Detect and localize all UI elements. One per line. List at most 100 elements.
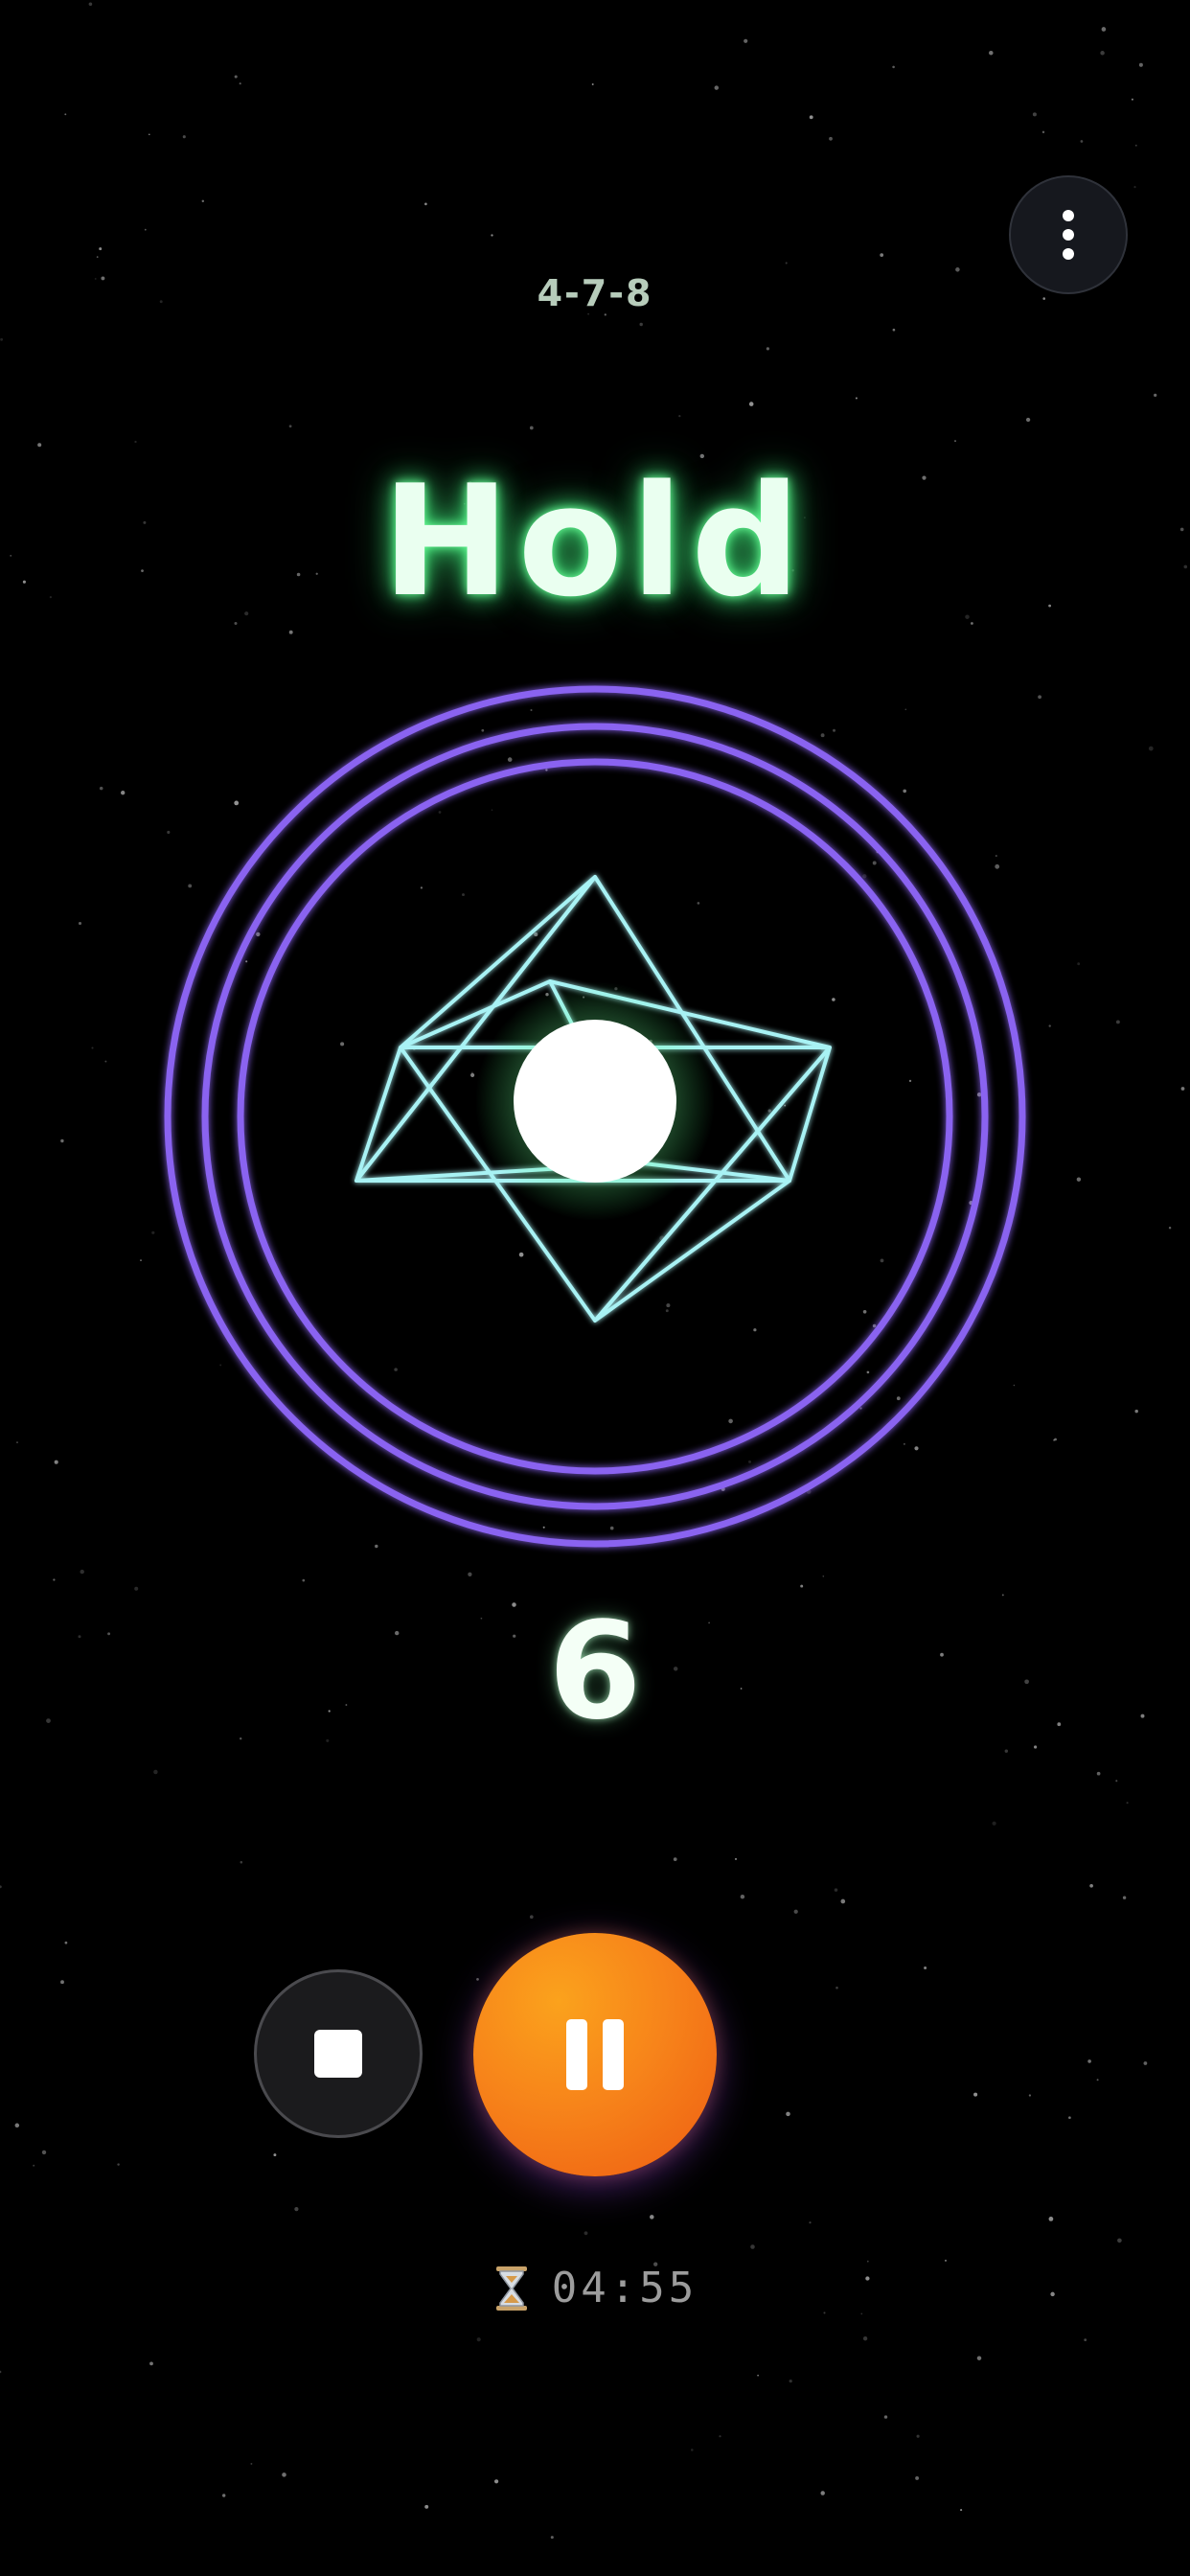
star-dot <box>107 1632 111 1636</box>
star-dot <box>121 791 126 795</box>
star-dot <box>476 1978 479 1981</box>
breathing-session-screen: 4-7-8 Hold 6 04:55 <box>0 0 1190 2576</box>
star-dot <box>134 440 137 444</box>
star-dot <box>117 2163 120 2166</box>
star-dot <box>1096 2079 1099 2082</box>
hourglass-icon <box>495 2266 527 2311</box>
star-dot <box>64 1941 68 1944</box>
star-dot <box>740 1894 745 1899</box>
stop-button[interactable] <box>254 1969 423 2138</box>
star-dot <box>865 2276 870 2281</box>
star-dot <box>0 2370 2 2374</box>
star-dot <box>99 786 103 791</box>
star-dot <box>1001 1594 1004 1597</box>
star-dot <box>1148 746 1154 751</box>
star-dot <box>809 115 813 120</box>
star-dot <box>240 1860 243 1864</box>
star-dot <box>149 133 150 136</box>
star-dot <box>144 228 147 231</box>
star-dot <box>1077 962 1081 966</box>
star-dot <box>1028 2094 1032 2097</box>
star-dot <box>1117 2238 1122 2243</box>
star-dot <box>1032 112 1037 117</box>
star-dot <box>834 1888 838 1892</box>
star-dot <box>1115 1780 1118 1782</box>
breathing-pattern-label: 4-7-8 <box>537 272 653 314</box>
star-dot <box>1080 140 1084 143</box>
star-dot <box>282 2472 286 2477</box>
star-dot <box>424 2504 429 2509</box>
star-dot <box>141 569 144 572</box>
star-dot <box>1180 1087 1185 1091</box>
star-dot <box>789 2379 792 2383</box>
star-dot <box>33 2164 35 2167</box>
star-dot <box>924 1966 927 1969</box>
more-options-button[interactable] <box>1009 175 1128 294</box>
star-dot <box>714 85 720 90</box>
star-dot <box>734 1857 738 1860</box>
time-remaining: 04:55 <box>551 2264 698 2312</box>
star-dot <box>757 2374 759 2377</box>
star-dot <box>529 426 534 430</box>
star-dot <box>691 2449 694 2451</box>
star-dot <box>302 1578 306 1582</box>
star-dot <box>650 2215 654 2220</box>
star-dot <box>748 402 754 406</box>
star-dot <box>91 1046 94 1049</box>
star-dot <box>835 1986 838 1990</box>
star-dot <box>37 443 42 448</box>
star-dot <box>1115 1020 1120 1024</box>
star-dot <box>1084 2338 1087 2342</box>
breath-visualizer <box>164 685 1026 1548</box>
star-dot <box>149 2361 153 2366</box>
star-dot <box>915 2475 920 2480</box>
star-dot <box>992 1821 996 1826</box>
star-dot <box>424 202 427 206</box>
star-dot <box>1050 2291 1055 2297</box>
star-dot <box>1140 1714 1145 1718</box>
breath-count-label: 6 <box>548 1594 642 1750</box>
star-dot <box>809 2221 812 2224</box>
star-dot <box>53 1578 56 1581</box>
star-dot <box>134 1586 139 1591</box>
star-dot <box>529 1915 534 1920</box>
star-dot <box>153 1769 158 1775</box>
star-dot <box>222 2494 226 2497</box>
session-timer: 04:55 <box>403 2264 787 2312</box>
star-dot <box>820 2491 825 2496</box>
star-dot <box>60 1138 64 1143</box>
star-dot <box>94 277 97 280</box>
star-dot <box>99 247 103 251</box>
star-dot <box>1068 2116 1071 2120</box>
star-dot <box>1048 604 1051 608</box>
star-dot <box>64 113 67 116</box>
star-dot <box>1057 1722 1062 1727</box>
star-dot <box>892 65 895 69</box>
star-dot <box>1143 2061 1148 2065</box>
star-dot <box>239 82 241 85</box>
star-dot <box>468 1572 472 1576</box>
star-dot <box>989 50 994 56</box>
star-dot <box>591 83 594 85</box>
star-dot <box>54 1460 58 1464</box>
star-dot <box>744 38 748 43</box>
star-dot <box>954 440 956 442</box>
star-dot <box>10 555 12 557</box>
star-dot <box>822 1575 825 1577</box>
star-dot <box>1100 51 1105 56</box>
star-dot <box>916 2434 920 2438</box>
star-dot <box>880 253 884 257</box>
star-dot <box>860 2312 863 2315</box>
breath-orb <box>514 1020 676 1183</box>
star-dot <box>1087 2059 1091 2063</box>
star-dot <box>240 1737 242 1740</box>
star-dot <box>1034 1745 1038 1749</box>
star-dot <box>945 2259 947 2262</box>
star-dot <box>201 199 205 203</box>
star-dot <box>678 414 681 418</box>
star-dot <box>1004 1749 1009 1753</box>
star-dot <box>892 328 896 332</box>
star-dot <box>862 2336 868 2341</box>
star-dot <box>294 2207 299 2212</box>
pause-button[interactable] <box>473 1933 717 2176</box>
